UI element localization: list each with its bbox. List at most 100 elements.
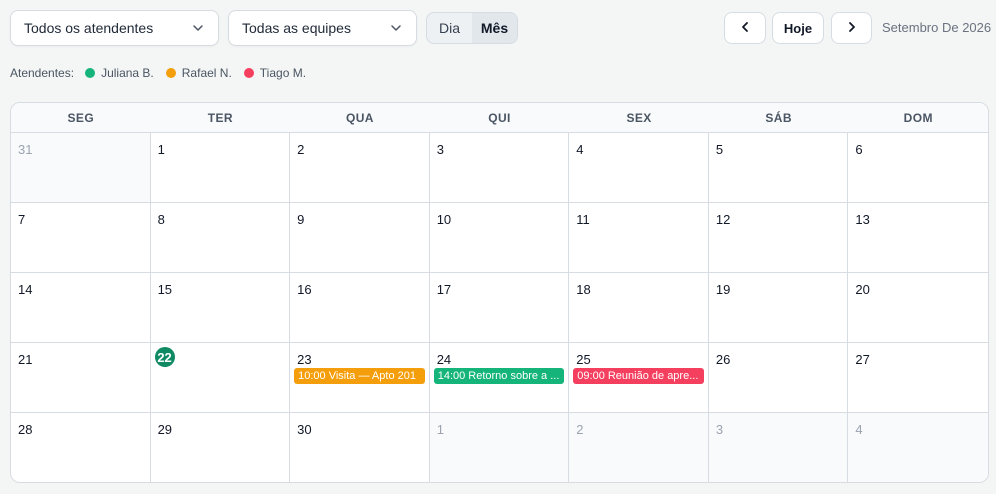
day-cell[interactable]: 18	[569, 273, 709, 343]
day-cell[interactable]: 12	[708, 203, 849, 273]
day-cell[interactable]: 25 09:00 Reunião de apre...	[569, 343, 709, 413]
day-number: 14	[18, 282, 33, 297]
day-number: 29	[157, 422, 173, 437]
view-day-button[interactable]: Dia	[427, 13, 472, 43]
day-number: 2	[297, 142, 305, 157]
day-number: 7	[18, 212, 26, 227]
prev-month-button[interactable]	[724, 12, 766, 44]
day-cell[interactable]: 30	[290, 413, 430, 482]
next-month-button[interactable]	[831, 12, 872, 44]
day-number: 4	[855, 422, 863, 437]
day-number: 3	[436, 142, 444, 157]
day-cell[interactable]: 7	[11, 203, 151, 273]
weekday-label: DOM	[903, 110, 933, 125]
day-cell[interactable]: 1	[150, 133, 291, 203]
day-number: 31	[18, 142, 33, 157]
day-number: 1	[157, 142, 165, 157]
day-cell[interactable]: 4	[569, 133, 709, 203]
day-number: 21	[18, 352, 33, 367]
day-cell[interactable]: 21	[11, 343, 151, 413]
day-cell[interactable]: 4	[848, 413, 988, 482]
day-number: 20	[855, 282, 870, 297]
calendar-event[interactable]: 14:00 Retorno sobre a ...	[433, 368, 565, 384]
day-cell[interactable]: 9	[290, 203, 430, 273]
day-number: 13	[855, 212, 870, 227]
day-cell[interactable]: 27	[848, 343, 988, 413]
day-number: 30	[297, 422, 312, 437]
weekday-label: TER	[207, 110, 233, 125]
day-number: 16	[297, 282, 312, 297]
day-number: 5	[715, 142, 724, 157]
day-cell-today[interactable]: 22	[150, 343, 291, 413]
weekday-label: SEG	[67, 110, 95, 125]
day-number: 2	[576, 422, 584, 437]
today-button[interactable]: Hoje	[772, 12, 824, 44]
day-number: 1	[436, 422, 444, 437]
attendant-filter-value: Todos os atendentes	[24, 20, 154, 36]
day-cell[interactable]: 24 14:00 Retorno sobre a ...	[429, 343, 570, 413]
day-number: 6	[855, 142, 863, 157]
legend-item-label: Tiago M.	[259, 66, 307, 80]
weekday-label: SÁB	[765, 110, 792, 125]
weekday-label: QUA	[346, 110, 374, 125]
day-cell[interactable]: 1	[429, 413, 570, 482]
day-number: 27	[855, 352, 870, 367]
day-cell[interactable]: 13	[848, 203, 988, 273]
chevron-down-icon	[192, 22, 204, 34]
day-cell[interactable]: 17	[429, 273, 570, 343]
day-number: 28	[18, 422, 33, 437]
legend-color-dot	[165, 68, 176, 78]
team-filter-select[interactable]: Todas as equipes	[228, 10, 417, 46]
legend-item-label: Juliana B.	[101, 66, 154, 80]
day-cell[interactable]: 14	[11, 273, 151, 343]
day-number: 3	[715, 422, 724, 437]
day-number: 26	[715, 352, 731, 367]
chevron-down-icon	[390, 22, 402, 34]
day-cell[interactable]: 20	[848, 273, 988, 343]
day-number: 22	[154, 347, 175, 367]
attendant-filter-select[interactable]: Todos os atendentes	[10, 10, 219, 46]
day-cell[interactable]: 3	[429, 133, 570, 203]
day-cell[interactable]: 15	[150, 273, 291, 343]
legend-item: Rafael N.	[165, 66, 232, 80]
calendar-event[interactable]: 09:00 Reunião de apre...	[573, 368, 704, 384]
calendar-event[interactable]: 10:00 Visita — Apto 201	[294, 368, 425, 384]
chevron-left-icon	[739, 21, 751, 36]
view-toggle: Dia Mês	[426, 12, 518, 44]
day-number: 4	[576, 142, 584, 157]
day-cell[interactable]: 29	[151, 413, 291, 482]
day-cell[interactable]: 2	[290, 133, 430, 203]
legend-color-dot	[85, 68, 96, 78]
day-cell[interactable]: 8	[150, 203, 291, 273]
day-cell[interactable]: 16	[290, 273, 430, 343]
day-cell[interactable]: 31	[11, 133, 151, 203]
view-month-button[interactable]: Mês	[472, 13, 517, 43]
day-cell[interactable]: 5	[708, 133, 849, 203]
chevron-right-icon	[846, 21, 858, 36]
legend-item: Tiago M.	[243, 66, 307, 80]
day-number: 9	[297, 212, 305, 227]
day-number: 12	[715, 212, 731, 227]
day-cell[interactable]: 11	[569, 203, 709, 273]
day-number: 8	[157, 212, 165, 227]
day-number: 11	[576, 212, 590, 227]
current-month-label: Setembro De 2026	[882, 20, 992, 35]
legend-title: Atendentes:	[10, 66, 75, 80]
day-number: 23	[297, 352, 312, 367]
weekday-header: SEG TER QUA QUI SEX SÁB DOM	[11, 103, 988, 133]
day-number: 17	[436, 282, 452, 297]
day-number: 18	[576, 282, 591, 297]
day-number: 10	[436, 212, 452, 227]
team-filter-value: Todas as equipes	[242, 20, 351, 36]
day-cell[interactable]: 10	[429, 203, 570, 273]
day-cell[interactable]: 2	[569, 413, 709, 482]
day-cell[interactable]: 19	[708, 273, 849, 343]
legend-item-label: Rafael N.	[181, 66, 232, 80]
day-cell[interactable]: 3	[708, 413, 849, 482]
day-cell[interactable]: 23 10:00 Visita — Apto 201	[290, 343, 430, 413]
day-cell[interactable]: 6	[848, 133, 988, 203]
calendar-grid: 31 1 2 3 4 5 6 7 8 9 10 11 12 13 14 15 16 17 18 19 20 21 22 23 1…	[11, 133, 988, 482]
day-cell[interactable]: 28	[11, 413, 151, 482]
day-cell[interactable]: 26	[708, 343, 849, 413]
month-calendar: SEG TER QUA QUI SEX SÁB DOM 31 1 2 3 4 5 6 7 8 9 10 11 12 1…	[10, 102, 989, 483]
